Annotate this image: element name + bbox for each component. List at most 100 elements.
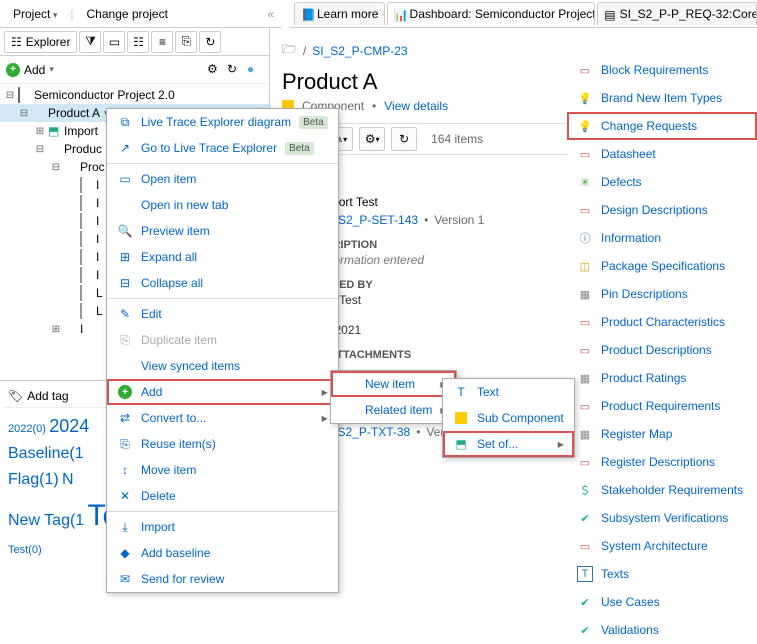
menu-item-add[interactable]: +Add▸ <box>107 379 338 405</box>
dashboard-icon: 📊 <box>394 8 406 20</box>
type-change-requests[interactable]: 💡Change Requests <box>567 112 757 140</box>
collapse-icon[interactable]: ⊟ <box>4 90 16 101</box>
type-register-descriptions[interactable]: ▭Register Descriptions <box>567 448 757 476</box>
tb-btn-gear[interactable]: ⚙▾ <box>359 127 385 151</box>
menu-item-convert-to-[interactable]: ⇄Convert to...▸ <box>107 405 338 431</box>
tag[interactable]: 2022(0) <box>8 423 46 435</box>
tab-dashboard[interactable]: 📊 Dashboard: Semiconductor Project... × <box>387 2 596 25</box>
close-icon[interactable]: × <box>382 9 384 20</box>
doc-icon: ▭ <box>577 202 593 218</box>
type-system-architecture[interactable]: ▭System Architecture <box>567 532 757 560</box>
tab-req[interactable]: ▤ SI_S2_P-P_REQ-32:Core S <box>597 2 757 25</box>
type-defects[interactable]: ✳Defects <box>567 168 757 196</box>
menu-item-text[interactable]: TText <box>443 379 574 405</box>
view-details-link[interactable]: View details <box>384 99 448 113</box>
expand-icon[interactable]: ⊞ <box>34 126 46 137</box>
type-texts[interactable]: TTexts <box>567 560 757 588</box>
type-validations[interactable]: ✔Validations <box>567 616 757 644</box>
layout3-button[interactable]: ≡ <box>151 31 173 53</box>
type-datasheet[interactable]: ▭Datasheet <box>567 140 757 168</box>
type-product-ratings[interactable]: ▦Product Ratings <box>567 364 757 392</box>
tag[interactable]: N <box>62 471 74 488</box>
doc-icon <box>80 196 94 210</box>
collapse-icon[interactable]: ⊟ <box>18 108 30 119</box>
menu-item-move-item[interactable]: ↕Move item <box>107 457 338 483</box>
gear-icon[interactable]: ⚙ <box>207 62 223 78</box>
type-information[interactable]: ⓘInformation <box>567 224 757 252</box>
tag[interactable]: Test(0) <box>8 544 42 556</box>
menu-item-reuse-item-s-[interactable]: ⎘Reuse item(s) <box>107 431 338 457</box>
filter-button[interactable]: ⧩ <box>79 31 101 53</box>
type-stakeholder-requirements[interactable]: ＄Stakeholder Requirements <box>567 476 757 504</box>
tb-btn-refresh[interactable]: ↻ <box>391 127 417 151</box>
bars-icon: ≡ <box>159 35 166 49</box>
menu-item-delete[interactable]: ✕Delete <box>107 483 338 509</box>
change-project-button[interactable]: Change project <box>78 2 177 26</box>
doc-icon: ▭ <box>577 62 593 78</box>
menu-item-new-item[interactable]: New item▸ <box>331 371 456 397</box>
tab-learn-more[interactable]: 📘 Learn more × <box>294 2 385 25</box>
doc-icon <box>80 178 94 192</box>
info-icon: ⓘ <box>577 230 593 246</box>
menu-item-live-trace-explorer-diagram[interactable]: ⧉Live Trace Explorer diagramBeta <box>107 109 338 135</box>
menu-item-open-in-new-tab[interactable]: Open in new tab <box>107 192 338 218</box>
menu-item-import[interactable]: ⤓Import <box>107 514 338 540</box>
layout-icon: ▭ <box>109 35 120 49</box>
menu-item-add-baseline[interactable]: ◆Add baseline <box>107 540 338 566</box>
collapse-icon: ⊟ <box>117 275 133 291</box>
sync-icon[interactable]: ↻ <box>227 62 243 78</box>
menu-item-expand-all[interactable]: ⊞Expand all <box>107 244 338 270</box>
type-block-requirements[interactable]: ▭Block Requirements <box>567 56 757 84</box>
collapse-sidebar-icon[interactable]: « <box>263 3 278 25</box>
menu-item-collapse-all[interactable]: ⊟Collapse all <box>107 270 338 296</box>
explorer-tab[interactable]: ☷ Explorer <box>4 31 77 53</box>
collapse-icon[interactable]: ⊟ <box>50 162 62 173</box>
type-use-cases[interactable]: ✔Use Cases <box>567 588 757 616</box>
refresh-icon: ↻ <box>205 35 215 49</box>
type-package-specifications[interactable]: ◫Package Specifications <box>567 252 757 280</box>
breadcrumb-link[interactable]: SI_S2_P-CMP-23 <box>312 44 407 58</box>
copy-icon: ⎘ <box>182 34 192 49</box>
set-icon: ⬒ <box>453 436 469 452</box>
tag[interactable]: Flag(1) <box>8 471 59 488</box>
menu-item-send-for-review[interactable]: ✉Send for review <box>107 566 338 592</box>
type-design-descriptions[interactable]: ▭Design Descriptions <box>567 196 757 224</box>
grid-icon: ☷ <box>133 35 144 49</box>
menu-item-go-to-live-trace-explorer[interactable]: ↗Go to Live Trace ExplorerBeta <box>107 135 338 161</box>
delete-icon: ✕ <box>117 488 133 504</box>
menu-item-edit[interactable]: ✎Edit <box>107 301 338 327</box>
component-icon <box>32 106 46 120</box>
menu-item-open-item[interactable]: ▭Open item <box>107 166 338 192</box>
type-pin-descriptions[interactable]: ▦Pin Descriptions <box>567 280 757 308</box>
baseline-icon: ◆ <box>117 545 133 561</box>
type-product-requirements[interactable]: ▭Product Requirements <box>567 392 757 420</box>
menu-item-preview-item[interactable]: 🔍Preview item <box>107 218 338 244</box>
layout2-button[interactable]: ☷ <box>127 31 149 53</box>
tree-root[interactable]: ⊟ Semiconductor Project 2.0 <box>0 86 269 104</box>
layout1-button[interactable]: ▭ <box>103 31 125 53</box>
collapse-icon[interactable]: ⊟ <box>34 144 46 155</box>
tag[interactable]: 2024 <box>49 416 89 436</box>
type-product-characteristics[interactable]: ▭Product Characteristics <box>567 308 757 336</box>
menu-item-related-item[interactable]: Related item▸ <box>331 397 456 423</box>
menu-item-view-synced-items[interactable]: View synced items <box>107 353 338 379</box>
blank-icon <box>341 402 357 418</box>
copy-button[interactable]: ⎘ <box>175 31 197 53</box>
type-subsystem-verifications[interactable]: ✔Subsystem Verifications <box>567 504 757 532</box>
project-menu[interactable]: Project <box>4 2 66 26</box>
menu-item-set-of-[interactable]: ⬒Set of...▸ <box>443 431 574 457</box>
globe-icon[interactable]: ● <box>247 62 263 78</box>
type-brand-new-item-types[interactable]: 💡Brand New Item Types <box>567 84 757 112</box>
menu-item-sub-component[interactable]: Sub Component <box>443 405 574 431</box>
type-product-descriptions[interactable]: ▭Product Descriptions <box>567 336 757 364</box>
refresh-button[interactable]: ↻ <box>199 31 221 53</box>
grid-icon: ▤ <box>604 8 615 20</box>
database-icon <box>18 88 32 102</box>
tag[interactable]: Baseline(1 <box>8 445 84 462</box>
expand-icon[interactable]: ⊞ <box>50 324 62 335</box>
tag[interactable]: New Tag(1 <box>8 512 84 529</box>
chevron-right-icon: ▸ <box>322 385 328 399</box>
diagram-icon: ⧉ <box>117 114 133 130</box>
type-register-map[interactable]: ▦Register Map <box>567 420 757 448</box>
add-menu[interactable]: + Add ▾ <box>6 63 54 77</box>
